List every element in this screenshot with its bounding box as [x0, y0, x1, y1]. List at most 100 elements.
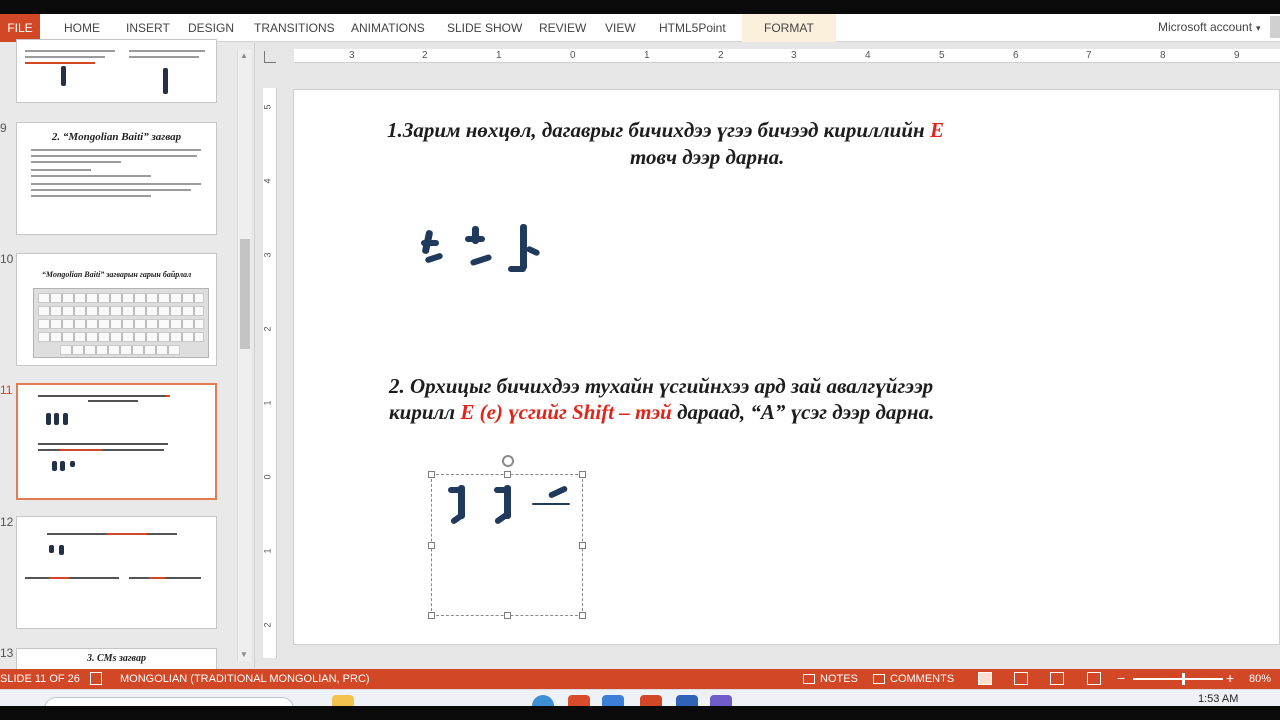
slide-number-9: 9: [0, 121, 7, 135]
tab-animations[interactable]: ANIMATIONS: [351, 14, 425, 42]
ruler-tick-label: 2: [262, 622, 273, 628]
slide-number-13: 13: [0, 646, 14, 660]
heading-1-red-text: Е: [929, 118, 944, 142]
ruler-tick-label: 8: [1160, 50, 1166, 61]
ruler-tick-label: 0: [262, 474, 273, 480]
ruler-tick-label: 3: [262, 252, 273, 258]
rotate-handle-icon[interactable]: [502, 455, 514, 467]
avatar[interactable]: [1270, 16, 1280, 38]
thumbnail-slide-9[interactable]: 2. “Mongolian Baiti” загвар: [16, 122, 217, 235]
heading-2-red-text: Е (е) үсгийг Shift – тэй: [460, 400, 672, 424]
slide-editor: 3 2 1 0 1 2 3 4 5 6 7 8 9 5 4 3 2 1 0 1 2 1.Зарим нөхцөл, д…: [256, 43, 1280, 668]
account-menu[interactable]: Microsoft account ▾: [1158, 14, 1261, 42]
notes-icon: [803, 674, 815, 684]
zoom-slider[interactable]: [1133, 678, 1223, 680]
tab-file[interactable]: FILE: [0, 14, 40, 42]
slide-heading-2-line-2[interactable]: кирилл Е (е) үсгийг Shift – тэй дараад, …: [389, 400, 934, 425]
slide-thumbnail-pane: 9 2. “Mongolian Baiti” загвар 10 “Mongol…: [0, 39, 255, 688]
keyboard-layout-image: [33, 288, 209, 358]
ruler-tick-label: 2: [718, 50, 724, 61]
ruler-corner-icon: [264, 51, 276, 63]
zoom-slider-thumb[interactable]: [1181, 673, 1185, 685]
current-slide[interactable]: 1.Зарим нөхцөл, дагаврыг бичихдээ үгээ б…: [293, 89, 1280, 645]
tab-design[interactable]: DESIGN: [188, 14, 234, 42]
heading-2-suffix: дараад, “А” үсэг дээр дарна.: [671, 400, 935, 424]
status-bar: SLIDE 11 OF 26 MONGOLIAN (TRADITIONAL MO…: [0, 669, 1280, 689]
scroll-down-icon[interactable]: ▼: [240, 650, 248, 659]
comments-button[interactable]: COMMENTS: [890, 673, 954, 685]
ruler-tick-label: 4: [865, 50, 871, 61]
clock: 1:53 AM: [1198, 693, 1239, 705]
horizontal-ruler: 3 2 1 0 1 2 3 4 5 6 7 8 9: [294, 49, 1280, 63]
heading-2-prefix: кирилл: [389, 400, 461, 424]
normal-view-icon[interactable]: [978, 672, 992, 685]
thumbnail-title: 2. “Mongolian Baiti” загвар: [51, 131, 182, 143]
thumbnail-scrollbar[interactable]: ▲ ▼: [237, 49, 251, 661]
ruler-tick-label: 0: [570, 50, 576, 61]
slide-number-10: 10: [0, 252, 14, 266]
tab-html5point[interactable]: HTML5Point: [659, 14, 726, 42]
thumbnail-slide-8[interactable]: [16, 39, 217, 103]
zoom-in-button[interactable]: +: [1226, 670, 1234, 686]
ruler-tick-label: 5: [939, 50, 945, 61]
ruler-tick-label: 4: [262, 178, 273, 184]
ruler-tick-label: 2: [422, 50, 428, 61]
spell-check-icon[interactable]: [90, 672, 102, 685]
language-indicator[interactable]: MONGOLIAN (TRADITIONAL MONGOLIAN, PRC): [120, 673, 370, 685]
slide-sorter-icon[interactable]: [1014, 672, 1028, 685]
scrollbar-thumb[interactable]: [240, 239, 250, 349]
ruler-tick-label: 1: [644, 50, 650, 61]
thumbnail-slide-10[interactable]: “Mongolian Baiti” загварын гарын байрлал: [16, 253, 217, 366]
tab-transitions[interactable]: TRANSITIONS: [254, 14, 335, 42]
resize-handle[interactable]: [579, 612, 586, 619]
thumbnail-title: 3. CMs загвар: [87, 653, 146, 664]
ruler-tick-label: 9: [1234, 50, 1240, 61]
reading-view-icon[interactable]: [1050, 672, 1064, 685]
bottom-letterbox: [0, 706, 1280, 720]
slide-number-12: 12: [0, 515, 14, 529]
resize-handle[interactable]: [428, 612, 435, 619]
ruler-tick-label: 1: [496, 50, 502, 61]
tab-home[interactable]: HOME: [64, 14, 100, 42]
notes-button[interactable]: NOTES: [820, 673, 858, 685]
powerpoint-window: FILE HOME INSERT DESIGN TRANSITIONS ANIM…: [0, 0, 1280, 720]
ruler-tick-label: 1: [262, 400, 273, 406]
ruler-tick-label: 3: [791, 50, 797, 61]
zoom-level[interactable]: 80%: [1249, 673, 1271, 685]
resize-handle[interactable]: [428, 542, 435, 549]
ruler-tick-label: 3: [349, 50, 355, 61]
account-label: Microsoft account: [1158, 20, 1253, 34]
tab-format[interactable]: FORMAT: [742, 14, 836, 42]
chevron-down-icon: ▾: [1256, 23, 1261, 33]
ruler-tick-label: 5: [262, 104, 273, 110]
scroll-up-icon[interactable]: ▲: [240, 51, 248, 60]
tab-slide-show[interactable]: SLIDE SHOW: [447, 14, 522, 42]
heading-1-text: 1.Зарим нөхцөл, дагаврыг бичихдээ үгээ б…: [387, 118, 930, 142]
tab-review[interactable]: REVIEW: [539, 14, 586, 42]
resize-handle[interactable]: [504, 471, 511, 478]
resize-handle[interactable]: [579, 542, 586, 549]
ruler-tick-label: 2: [262, 326, 273, 332]
ruler-tick-label: 7: [1086, 50, 1092, 61]
ribbon-tabs: FILE HOME INSERT DESIGN TRANSITIONS ANIM…: [0, 14, 1280, 42]
tab-view[interactable]: VIEW: [605, 14, 636, 42]
ruler-tick-label: 6: [1013, 50, 1019, 61]
slide-heading-1[interactable]: 1.Зарим нөхцөл, дагаврыг бичихдээ үгээ б…: [387, 118, 944, 143]
resize-handle[interactable]: [504, 612, 511, 619]
thumbnail-slide-12[interactable]: [16, 516, 217, 629]
thumbnail-title: “Mongolian Baiti” загварын гарын байрлал: [41, 270, 192, 279]
slide-number-11: 11: [0, 383, 13, 397]
slide-counter: SLIDE 11 OF 26: [0, 673, 80, 685]
vertical-ruler: 5 4 3 2 1 0 1 2: [263, 88, 277, 658]
slide-show-icon[interactable]: [1087, 672, 1101, 685]
tab-insert[interactable]: INSERT: [126, 14, 170, 42]
thumbnail-slide-11-selected[interactable]: [16, 383, 217, 500]
resize-handle[interactable]: [428, 471, 435, 478]
selected-text-box[interactable]: [428, 455, 586, 619]
zoom-out-button[interactable]: −: [1117, 670, 1125, 686]
slide-heading-2[interactable]: 2. Орхицыг бичихдээ тухайн үсгийнхээ ард…: [389, 374, 933, 399]
slide-heading-1-line-2[interactable]: товч дээр дарна.: [630, 145, 784, 170]
resize-handle[interactable]: [579, 471, 586, 478]
comments-icon: [873, 674, 885, 684]
ruler-tick-label: 1: [262, 548, 273, 554]
